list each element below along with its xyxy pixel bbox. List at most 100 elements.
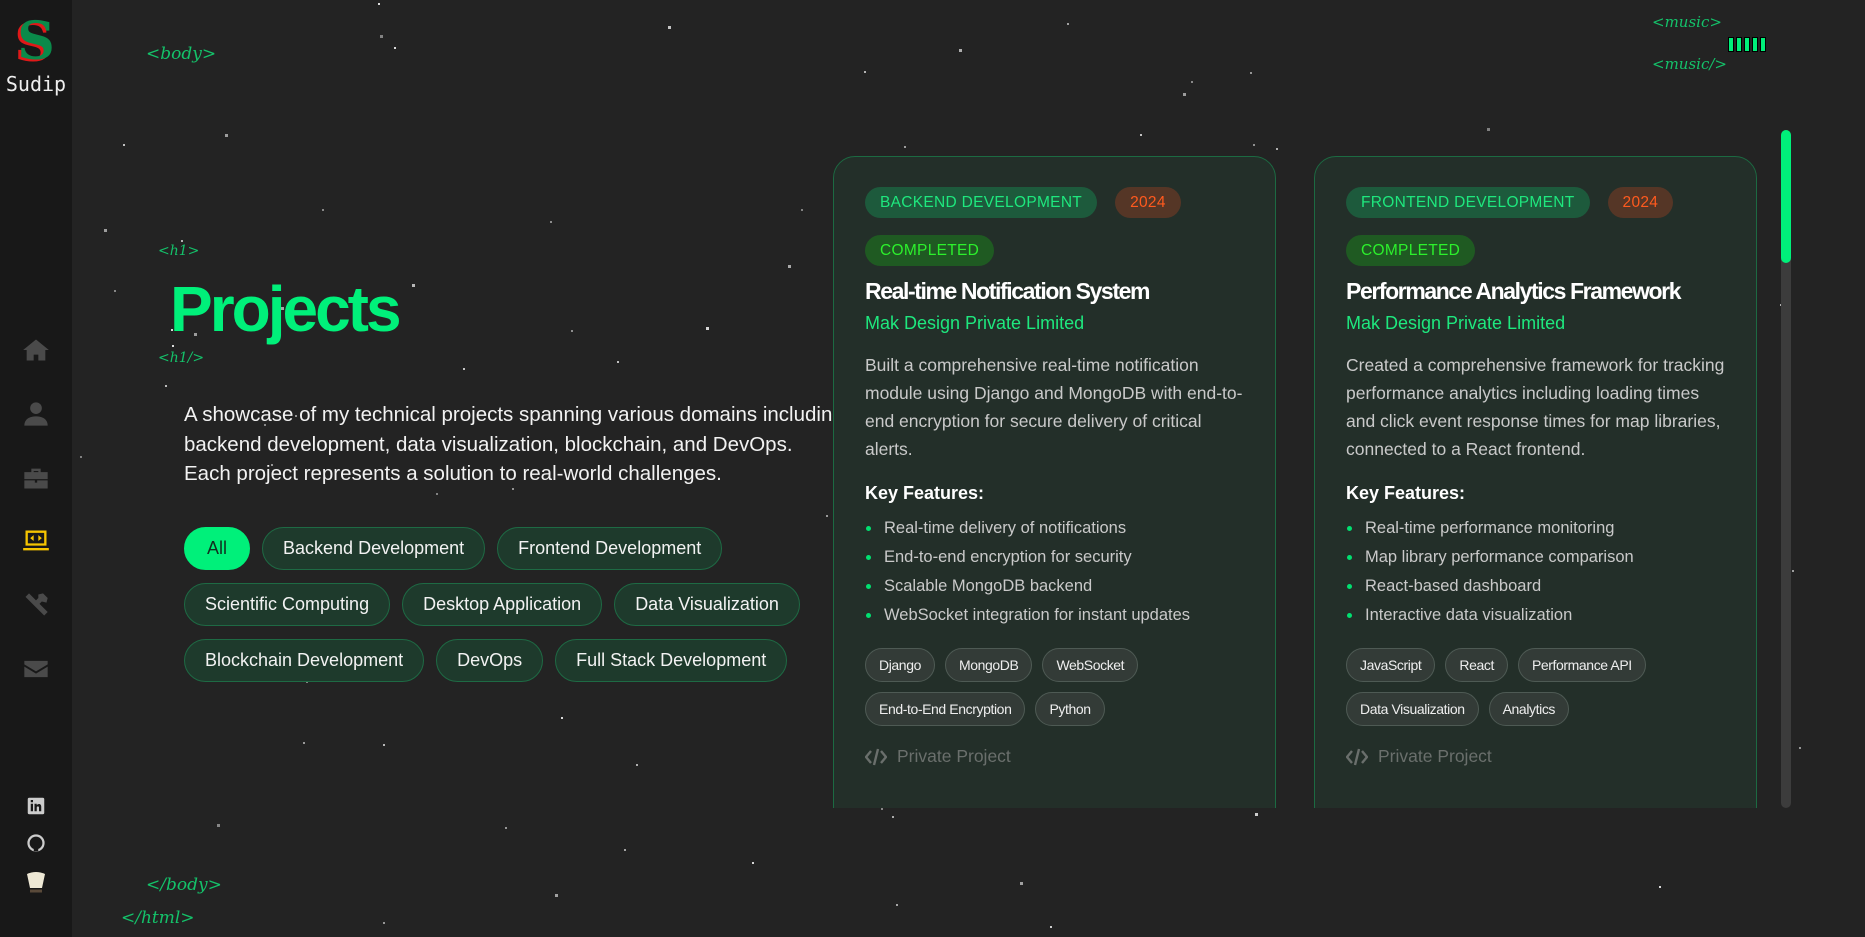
private-project-text: Private Project xyxy=(897,746,1011,766)
star xyxy=(616,361,619,364)
tech-tag: JavaScript xyxy=(1346,648,1436,682)
tech-tag: WebSocket xyxy=(1042,648,1139,682)
star xyxy=(217,823,221,827)
star xyxy=(411,284,415,288)
private-project-label: Private Project xyxy=(1346,746,1725,767)
filter-backend-development[interactable]: Backend Development xyxy=(262,527,486,570)
star xyxy=(1250,71,1253,74)
feature-item: End-to-end encryption for security xyxy=(865,543,1244,572)
sidebar: S Sudip xyxy=(0,0,72,937)
project-card: FRONTEND DEVELOPMENT 2024 COMPLETED Perfor… xyxy=(1314,156,1757,808)
scrollbar-thumb[interactable] xyxy=(1781,130,1791,263)
github-link[interactable] xyxy=(24,831,48,855)
tech-tag: Analytics xyxy=(1488,692,1570,726)
linkedin-link[interactable] xyxy=(24,794,48,818)
project-company: Mak Design Private Limited xyxy=(1346,313,1566,333)
music-toggle-equalizer[interactable] xyxy=(1728,37,1766,52)
tech-tag: Python xyxy=(1035,692,1105,726)
star xyxy=(1067,22,1070,25)
private-project-text: Private Project xyxy=(1378,746,1492,766)
page-description: A showcase of my technical projects span… xyxy=(184,403,844,485)
nav-skills[interactable] xyxy=(0,585,72,625)
star xyxy=(380,34,384,38)
nav-about[interactable] xyxy=(0,394,72,434)
star xyxy=(382,744,385,747)
project-company: Mak Design Private Limited xyxy=(865,313,1085,333)
code-icon xyxy=(865,748,887,765)
star xyxy=(959,48,963,52)
star xyxy=(504,826,507,829)
music-open-tag: <music> xyxy=(1652,13,1722,31)
project-description: Built a comprehensive real-time notifica… xyxy=(865,355,1243,459)
chef-link[interactable] xyxy=(24,870,48,902)
status-badge: COMPLETED xyxy=(1346,235,1476,266)
nav-projects[interactable] xyxy=(0,521,72,561)
year-badge: 2024 xyxy=(1115,187,1181,218)
code-icon xyxy=(1346,748,1368,765)
star xyxy=(302,741,305,744)
feature-item: Real-time delivery of notifications xyxy=(865,514,1244,543)
star xyxy=(636,763,639,766)
star xyxy=(752,862,755,865)
nav-experience[interactable] xyxy=(0,458,72,498)
star xyxy=(571,329,574,332)
feature-item: Map library performance comparison xyxy=(1346,543,1725,572)
status-badge: COMPLETED xyxy=(865,235,995,266)
tech-tag: React xyxy=(1445,648,1508,682)
star xyxy=(895,904,898,907)
star xyxy=(383,921,386,924)
category-badge: FRONTEND DEVELOPMENT xyxy=(1346,187,1590,218)
nav-contact[interactable] xyxy=(0,649,72,689)
star xyxy=(377,2,380,5)
filter-scientific-computing[interactable]: Scientific Computing xyxy=(184,583,391,626)
chef-hat-icon xyxy=(27,872,45,893)
star xyxy=(393,46,396,49)
home-icon xyxy=(23,339,49,361)
filter-data-visualization[interactable]: Data Visualization xyxy=(614,583,800,626)
star xyxy=(181,240,184,243)
filter-blockchain-development[interactable]: Blockchain Development xyxy=(184,639,425,682)
star xyxy=(322,209,325,212)
star xyxy=(1255,813,1259,817)
feature-item: WebSocket integration for instant update… xyxy=(865,601,1244,630)
star xyxy=(462,367,465,370)
html-close-tag: </html> xyxy=(121,908,195,928)
tech-tag: End-to-End Encryption xyxy=(865,692,1026,726)
feature-item: Real-time performance monitoring xyxy=(1346,514,1725,543)
star xyxy=(787,265,791,269)
star xyxy=(225,134,229,138)
star xyxy=(880,807,883,810)
nav-home[interactable] xyxy=(0,330,72,370)
star xyxy=(103,229,107,233)
tech-tag: Django xyxy=(865,648,935,682)
star xyxy=(1799,746,1802,749)
linkedin-icon xyxy=(27,797,45,815)
projects-scroll-area[interactable]: BACKEND DEVELOPMENT 2024 COMPLETED Real-ti… xyxy=(833,130,1763,808)
body-open-tag: <body> xyxy=(146,44,217,64)
filter-full-stack-development[interactable]: Full Stack Development xyxy=(555,639,788,682)
star xyxy=(554,894,558,898)
star xyxy=(1019,881,1023,885)
star xyxy=(80,455,83,458)
filter-devops[interactable]: DevOps xyxy=(436,639,544,682)
star xyxy=(800,208,803,211)
star xyxy=(1190,80,1193,83)
tech-tag: Performance API xyxy=(1517,648,1646,682)
tech-tag: Data Visualization xyxy=(1346,692,1479,726)
filter-all[interactable]: All xyxy=(184,527,251,570)
star xyxy=(706,327,710,331)
music-close-tag: <music/> xyxy=(1652,55,1727,73)
scrollbar[interactable] xyxy=(1781,130,1791,808)
filter-frontend-development[interactable]: Frontend Development xyxy=(497,527,723,570)
user-icon xyxy=(24,402,48,426)
star xyxy=(123,144,126,147)
feature-item: Interactive data visualization xyxy=(1346,601,1725,630)
envelope-icon xyxy=(24,660,48,678)
logo[interactable]: S Sudip xyxy=(0,16,72,97)
project-card: BACKEND DEVELOPMENT 2024 COMPLETED Real-ti… xyxy=(833,156,1276,808)
star xyxy=(1050,925,1053,928)
star xyxy=(863,70,866,73)
filter-desktop-application[interactable]: Desktop Application xyxy=(402,583,603,626)
tech-tags: JavaScript React Performance API Data Visua… xyxy=(1346,648,1686,726)
briefcase-icon xyxy=(24,468,48,489)
